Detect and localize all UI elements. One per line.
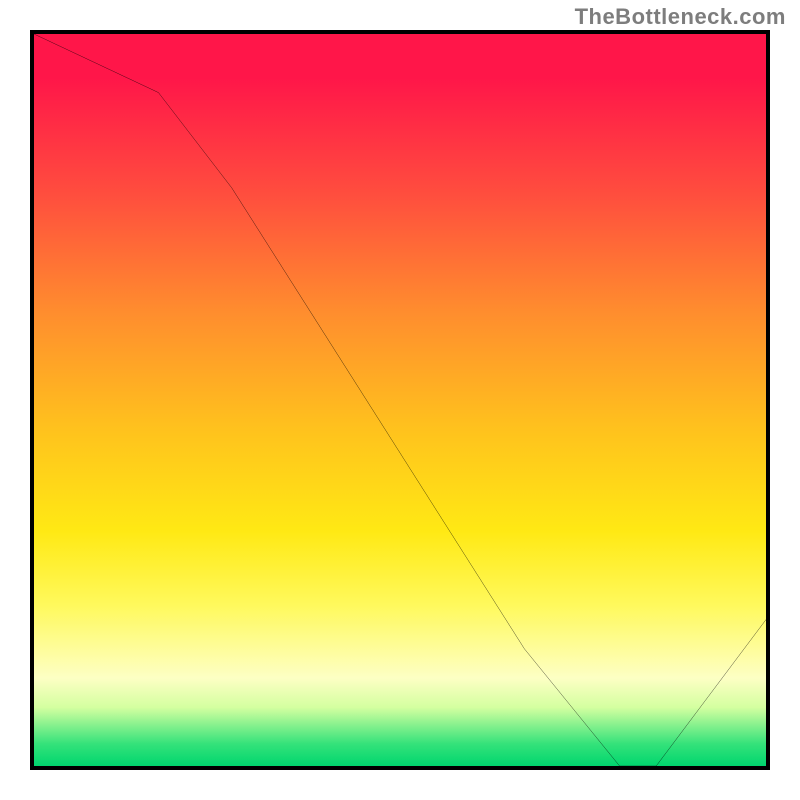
chart-container: TheBottleneck.com [0, 0, 800, 800]
line-series [34, 34, 766, 766]
plot-area [30, 30, 770, 770]
attribution-text: TheBottleneck.com [575, 4, 786, 30]
